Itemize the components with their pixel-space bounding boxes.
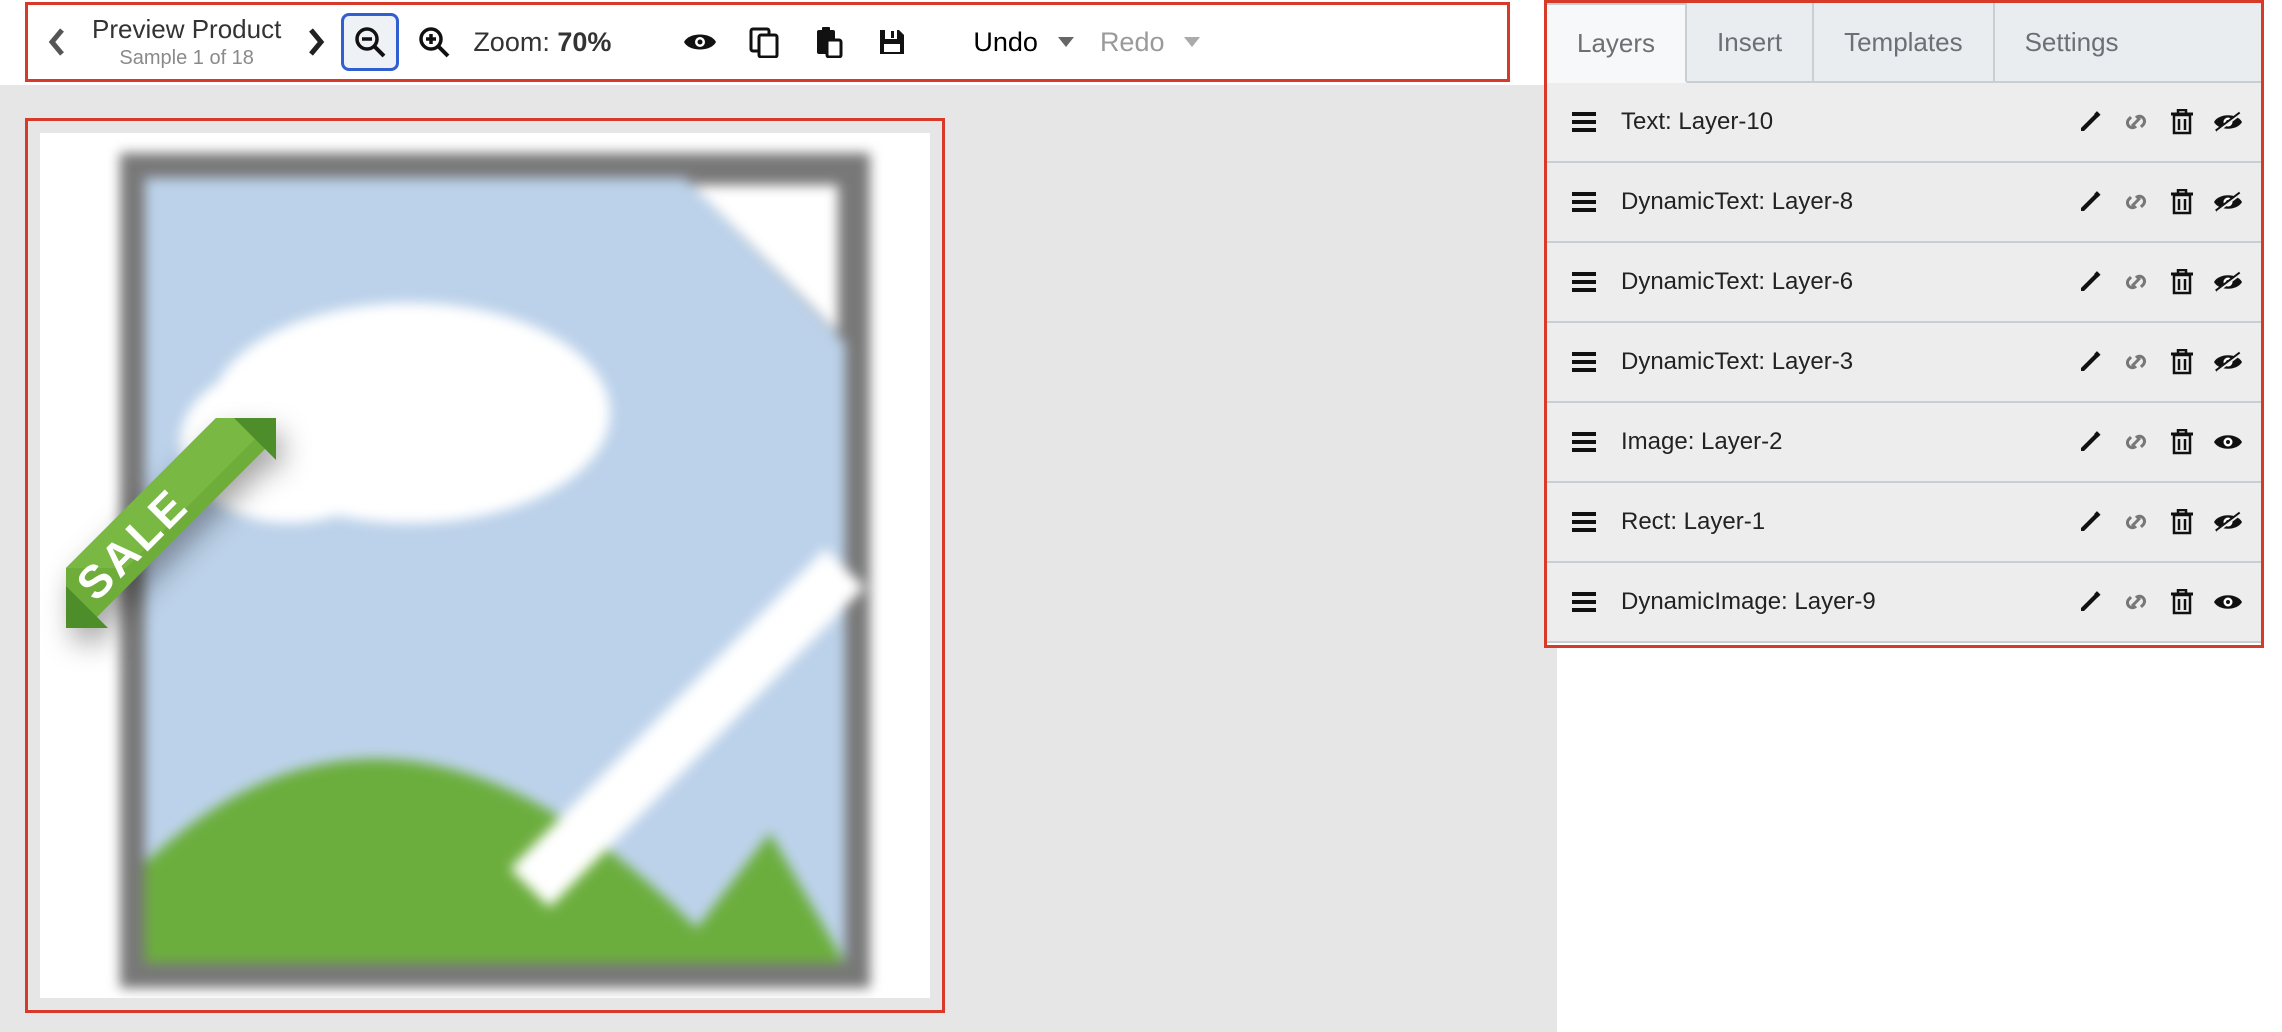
tab-layers[interactable]: Layers (1547, 3, 1687, 83)
panel-tabs: Layers Insert Templates Settings (1547, 3, 2261, 83)
eye-off-icon[interactable] (2213, 507, 2243, 537)
layer-row[interactable]: DynamicImage: Layer-9 (1547, 563, 2261, 643)
layer-actions (2075, 587, 2243, 617)
link-icon[interactable] (2121, 107, 2151, 137)
link-icon[interactable] (2121, 507, 2151, 537)
drag-handle-icon[interactable] (1569, 187, 1599, 217)
drag-handle-icon[interactable] (1569, 507, 1599, 537)
zoom-in-button[interactable] (405, 13, 463, 71)
tab-templates[interactable]: Templates (1814, 3, 1995, 81)
trash-icon[interactable] (2167, 427, 2197, 457)
tab-insert[interactable]: Insert (1687, 3, 1814, 81)
svg-text:SALE: SALE (66, 478, 198, 610)
chevron-left-icon (48, 27, 68, 57)
preview-subtitle: Sample 1 of 18 (119, 47, 254, 70)
zoom-level-label: Zoom: 70% (473, 27, 611, 58)
layer-label: Image: Layer-2 (1621, 428, 2053, 456)
drag-handle-icon[interactable] (1569, 267, 1599, 297)
drag-handle-icon[interactable] (1569, 427, 1599, 457)
link-icon[interactable] (2121, 347, 2151, 377)
eye-off-icon[interactable] (2213, 107, 2243, 137)
undo-button[interactable]: Undo (963, 27, 1084, 58)
layer-label: DynamicImage: Layer-9 (1621, 588, 2053, 616)
drag-handle-icon[interactable] (1569, 107, 1599, 137)
trash-icon[interactable] (2167, 267, 2197, 297)
layer-row[interactable]: Image: Layer-2 (1547, 403, 2261, 483)
layers-list: Text: Layer-10 DynamicText: Layer-8 Dyna… (1547, 83, 2261, 645)
layer-label: DynamicText: Layer-8 (1621, 188, 2053, 216)
zoom-out-icon (353, 25, 387, 59)
right-panel: Layers Insert Templates Settings Text: L… (1544, 0, 2264, 648)
canvas-area[interactable]: SALE (25, 118, 945, 1013)
caret-down-icon (1058, 37, 1074, 47)
eye-off-icon[interactable] (2213, 187, 2243, 217)
paste-icon (812, 26, 844, 58)
redo-label: Redo (1100, 27, 1165, 58)
edit-icon[interactable] (2075, 507, 2105, 537)
layer-label: Text: Layer-10 (1621, 108, 2053, 136)
preview-product-label[interactable]: Preview Product Sample 1 of 18 (84, 14, 289, 70)
layer-row[interactable]: Text: Layer-10 (1547, 83, 2261, 163)
layer-label: DynamicText: Layer-3 (1621, 348, 2053, 376)
undo-label: Undo (973, 27, 1038, 58)
eye-off-icon[interactable] (2213, 267, 2243, 297)
eye-icon[interactable] (2213, 587, 2243, 617)
layer-actions (2075, 187, 2243, 217)
edit-icon[interactable] (2075, 587, 2105, 617)
prev-product-button[interactable] (38, 18, 78, 66)
zoom-in-icon (417, 25, 451, 59)
toolbar: Preview Product Sample 1 of 18 Zoom: 70% (25, 2, 1510, 82)
copy-button[interactable] (735, 13, 793, 71)
layer-actions (2075, 267, 2243, 297)
trash-icon[interactable] (2167, 587, 2197, 617)
layer-row[interactable]: DynamicText: Layer-6 (1547, 243, 2261, 323)
zoom-out-button[interactable] (341, 13, 399, 71)
visibility-button[interactable] (671, 13, 729, 71)
tab-settings[interactable]: Settings (1995, 3, 2149, 81)
drag-handle-icon[interactable] (1569, 587, 1599, 617)
sale-ribbon: SALE (66, 418, 296, 648)
eye-icon (682, 30, 718, 54)
layer-actions (2075, 507, 2243, 537)
chevron-right-icon (305, 27, 325, 57)
layer-row[interactable]: Rect: Layer-1 (1547, 483, 2261, 563)
link-icon[interactable] (2121, 587, 2151, 617)
layer-label: DynamicText: Layer-6 (1621, 268, 2053, 296)
link-icon[interactable] (2121, 267, 2151, 297)
copy-icon (748, 26, 780, 58)
drag-handle-icon[interactable] (1569, 347, 1599, 377)
layer-actions (2075, 107, 2243, 137)
edit-icon[interactable] (2075, 187, 2105, 217)
edit-icon[interactable] (2075, 347, 2105, 377)
paste-button[interactable] (799, 13, 857, 71)
save-button[interactable] (863, 13, 921, 71)
save-icon (877, 27, 907, 57)
trash-icon[interactable] (2167, 507, 2197, 537)
next-product-button[interactable] (295, 18, 335, 66)
eye-off-icon[interactable] (2213, 347, 2243, 377)
link-icon[interactable] (2121, 187, 2151, 217)
canvas-inner: SALE (40, 133, 930, 998)
trash-icon[interactable] (2167, 347, 2197, 377)
layer-label: Rect: Layer-1 (1621, 508, 2053, 536)
preview-title: Preview Product (92, 14, 281, 45)
edit-icon[interactable] (2075, 267, 2105, 297)
caret-down-icon (1184, 37, 1200, 47)
redo-button[interactable]: Redo (1090, 27, 1211, 58)
trash-icon[interactable] (2167, 187, 2197, 217)
layer-row[interactable]: DynamicText: Layer-8 (1547, 163, 2261, 243)
layer-actions (2075, 427, 2243, 457)
layer-actions (2075, 347, 2243, 377)
layer-row[interactable]: DynamicText: Layer-3 (1547, 323, 2261, 403)
link-icon[interactable] (2121, 427, 2151, 457)
eye-icon[interactable] (2213, 427, 2243, 457)
edit-icon[interactable] (2075, 107, 2105, 137)
edit-icon[interactable] (2075, 427, 2105, 457)
trash-icon[interactable] (2167, 107, 2197, 137)
